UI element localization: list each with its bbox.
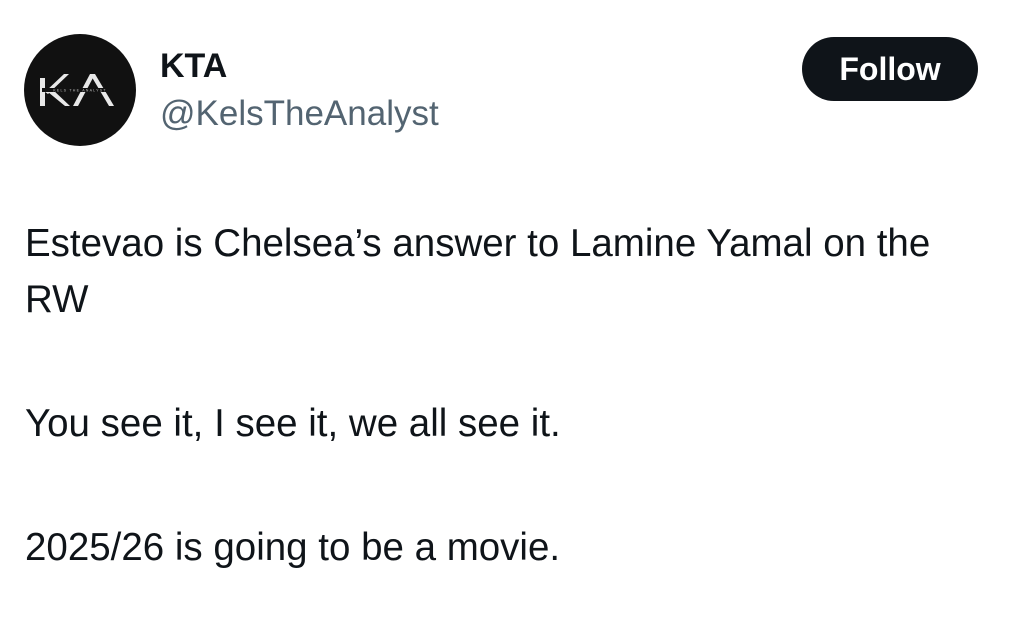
avatar[interactable]: KELS THE ANALYST [24,34,136,146]
author-name[interactable]: KTA [160,46,227,86]
tweet-text: Estevao is Chelsea’s answer to Lamine Ya… [25,216,995,576]
tweet-paragraph: You see it, I see it, we all see it. [25,402,561,445]
author-handle[interactable]: @KelsTheAnalyst [160,94,439,134]
tweet-paragraph: Estevao is Chelsea’s answer to Lamine Ya… [25,222,931,321]
tweet-card: KELS THE ANALYST KTA @KelsTheAnalyst Fol… [0,0,1024,632]
tweet-paragraph: 2025/26 is going to be a movie. [25,526,561,569]
kta-logo-icon: KELS THE ANALYST [40,74,118,106]
follow-button[interactable]: Follow [802,37,978,101]
svg-text:KELS THE ANALYST: KELS THE ANALYST [53,89,106,93]
